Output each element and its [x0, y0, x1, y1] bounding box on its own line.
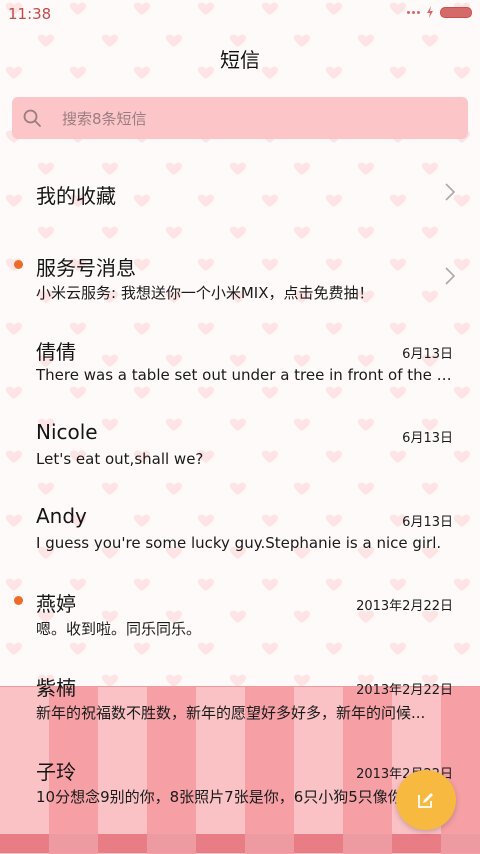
striped-footer-edge: [0, 834, 480, 853]
chevron-right-icon: [445, 267, 456, 285]
conversation-name: 燕婷: [36, 592, 76, 616]
conversation-name: Nicole: [36, 420, 98, 444]
compose-button[interactable]: [396, 770, 456, 830]
status-bar: 11:38: [0, 0, 480, 28]
conversation-preview: 嗯。收到啦。同乐同乐。: [36, 620, 202, 638]
conversation-date: 6月13日: [402, 515, 453, 530]
notification-dots-icon: [407, 10, 420, 14]
status-time: 11:38: [8, 5, 52, 23]
conversation-name: 子玲: [36, 760, 76, 784]
status-indicators: [407, 6, 472, 18]
conversation-name: Andy: [36, 504, 87, 528]
page-title: 短信: [220, 48, 260, 72]
unread-dot: [14, 260, 23, 269]
conversation-preview: 新年的祝福数不胜数，新年的愿望好多好多，新年的问候...: [36, 704, 426, 722]
conversation-row[interactable]: 紫楠 2013年2月22日 新年的祝福数不胜数，新年的愿望好多好多，新年的问候.…: [0, 662, 480, 732]
conversation-date: 6月13日: [402, 431, 453, 446]
conversation-date: 2013年2月22日: [356, 599, 453, 614]
conversation-name: 倩倩: [36, 340, 76, 364]
conversation-preview: Let's eat out,shall we?: [36, 450, 204, 468]
search-placeholder: 搜索8条短信: [62, 110, 147, 128]
charging-icon: [427, 6, 433, 18]
search-input[interactable]: 搜索8条短信: [12, 97, 468, 139]
conversation-row[interactable]: 燕婷 2013年2月22日 嗯。收到啦。同乐同乐。: [0, 578, 480, 648]
chevron-right-icon: [445, 183, 456, 201]
conversation-preview: 小米云服务: 我想送你一个小米MIX，点击免费抽！: [36, 284, 374, 302]
service-messages-row[interactable]: 服务号消息 小米云服务: 我想送你一个小米MIX，点击免费抽！: [0, 240, 480, 308]
favorites-label: 我的收藏: [36, 184, 116, 208]
compose-icon: [418, 793, 433, 808]
battery-icon: [440, 6, 472, 18]
conversation-date: 6月13日: [402, 347, 453, 362]
conversation-preview: There was a table set out under a tree i…: [36, 366, 454, 384]
conversation-name: 服务号消息: [36, 256, 136, 280]
conversation-row[interactable]: 倩倩 6月13日 There was a table set out under…: [0, 326, 480, 396]
unread-dot: [14, 596, 23, 605]
conversation-name: 紫楠: [36, 676, 76, 700]
conversation-date: 2013年2月22日: [356, 683, 453, 698]
search-icon: [23, 109, 41, 127]
conversation-preview: 10分想念9别的你，8张照片7张是你，6只小狗5只像你...: [36, 788, 418, 806]
conversation-row[interactable]: Nicole 6月13日 Let's eat out,shall we?: [0, 410, 480, 480]
conversation-row[interactable]: Andy 6月13日 I guess you're some lucky guy…: [0, 494, 480, 564]
favorites-row[interactable]: 我的收藏: [0, 160, 480, 222]
conversation-preview: I guess you're some lucky guy.Stephanie …: [36, 534, 442, 552]
